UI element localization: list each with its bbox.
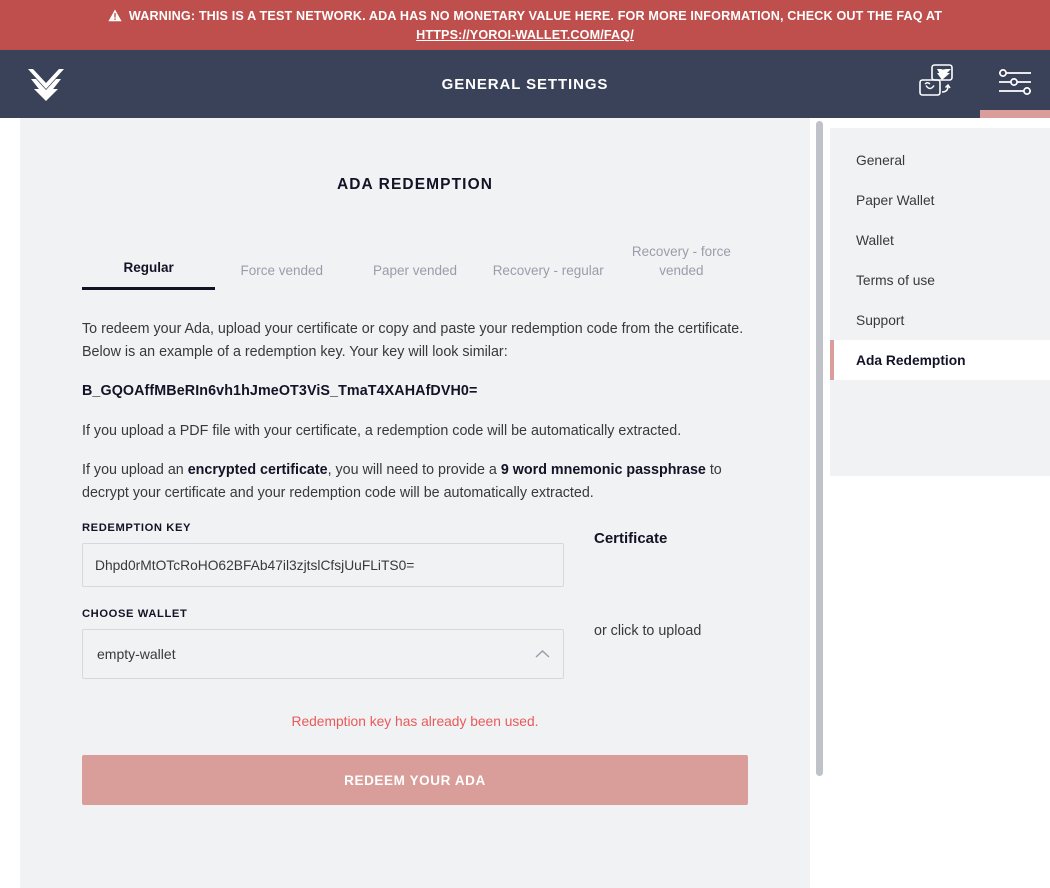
tab-regular[interactable]: Regular: [82, 258, 216, 290]
sidebar-item-wallet[interactable]: Wallet: [830, 220, 1050, 260]
topbar-actions: [902, 50, 1050, 118]
warning-triangle-icon: [108, 9, 122, 22]
page-body: ADA REDEMPTION Regular Force vended Pape…: [0, 118, 1050, 888]
example-redemption-key: B_GQOAffMBeRIn6vh1hJmeOT3ViS_TmaT4XAHAfD…: [82, 383, 478, 399]
test-network-warning-banner: WARNING: THIS IS A TEST NETWORK. ADA HAS…: [0, 0, 1050, 50]
wallet-switch-button[interactable]: [902, 50, 972, 118]
redemption-key-field: REDEMPTION KEY: [82, 522, 564, 587]
choose-wallet-label: CHOOSE WALLET: [82, 608, 188, 620]
choose-wallet-select-wrap: empty-wallet: [82, 629, 564, 679]
content-scrollbar-track[interactable]: [816, 121, 823, 776]
p3-text-2: , you will need to provide a: [327, 462, 501, 478]
redemption-instructions: To redeem your Ada, upload your certific…: [82, 318, 748, 504]
instruction-paragraph-2: If you upload a PDF file with your certi…: [82, 422, 682, 439]
sidebar-item-paper-wallet[interactable]: Paper Wallet: [830, 180, 1050, 220]
certificate-label: Certificate: [594, 530, 668, 547]
warning-message: WARNING: THIS IS A TEST NETWORK. ADA HAS…: [128, 8, 943, 23]
p3-bold-encrypted-certificate: encrypted certificate: [187, 462, 328, 478]
tab-force-vended[interactable]: Force vended: [215, 261, 348, 290]
sidebar-item-support[interactable]: Support: [830, 300, 1050, 340]
tab-recovery-regular[interactable]: Recovery - regular: [482, 261, 615, 290]
warning-text-line: WARNING: THIS IS A TEST NETWORK. ADA HAS…: [108, 7, 942, 25]
settings-sidebar-menu: General Paper Wallet Wallet Terms of use…: [830, 128, 1050, 476]
ada-redemption-title: ADA REDEMPTION: [336, 176, 494, 193]
content-scrollbar-thumb[interactable]: [816, 121, 823, 776]
p3-text-1: If you upload an: [82, 462, 188, 478]
redemption-key-input[interactable]: [82, 543, 564, 587]
wallet-switch-icon: [915, 61, 959, 108]
sidebar-item-ada-redemption[interactable]: Ada Redemption: [830, 340, 1050, 380]
redemption-form: REDEMPTION KEY CHOOSE WALLET empty-walle…: [82, 522, 748, 700]
instruction-paragraph-3: If you upload an encrypted certificate, …: [82, 459, 748, 504]
form-left-column: REDEMPTION KEY CHOOSE WALLET empty-walle…: [82, 522, 564, 700]
settings-active-indicator: [980, 110, 1050, 118]
settings-sliders-icon: [997, 67, 1033, 102]
yoroi-logo-icon[interactable]: [28, 67, 64, 101]
tab-paper-vended[interactable]: Paper vended: [348, 261, 481, 290]
certificate-upload-dropzone[interactable]: or click to upload: [594, 623, 748, 639]
certificate-upload-column: Certificate or click to upload: [564, 522, 748, 700]
faq-link[interactable]: HTTPS://YOROI-WALLET.COM/FAQ/: [416, 26, 634, 44]
redemption-error-message: Redemption key has already been used.: [291, 714, 539, 729]
sidebar-item-general[interactable]: General: [830, 140, 1050, 180]
instruction-paragraph-1: To redeem your Ada, upload your certific…: [82, 321, 744, 360]
top-navigation-bar: GENERAL SETTINGS: [0, 50, 1050, 118]
p3-bold-mnemonic-passphrase: 9 word mnemonic passphrase: [500, 462, 706, 478]
redeem-ada-button[interactable]: REDEEM YOUR ADA: [82, 755, 748, 805]
ada-redemption-panel: ADA REDEMPTION Regular Force vended Pape…: [20, 118, 810, 888]
choose-wallet-select[interactable]: empty-wallet: [82, 629, 564, 679]
page-title: GENERAL SETTINGS: [441, 75, 609, 93]
sidebar-item-terms-of-use[interactable]: Terms of use: [830, 260, 1050, 300]
choose-wallet-field: CHOOSE WALLET empty-wallet: [82, 608, 564, 679]
choose-wallet-value: empty-wallet: [97, 646, 176, 662]
settings-button[interactable]: [980, 50, 1050, 118]
redemption-key-label: REDEMPTION KEY: [82, 522, 192, 534]
tab-recovery-force-vended[interactable]: Recovery - force vended: [615, 242, 748, 290]
redemption-type-tabs: Regular Force vended Paper vended Recove…: [82, 242, 748, 290]
